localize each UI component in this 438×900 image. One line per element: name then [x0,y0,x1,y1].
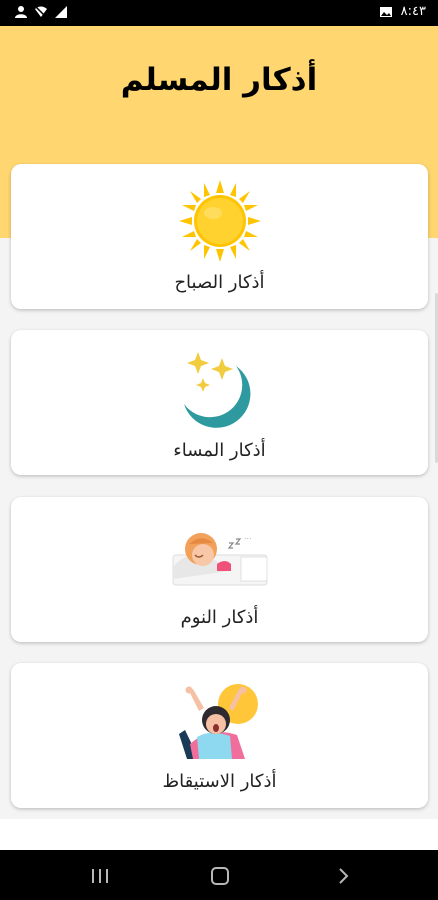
sun-icon [178,180,261,262]
home-icon[interactable] [206,864,234,888]
bottom-spacer [0,819,438,850]
back-icon[interactable] [330,864,358,888]
status-bar: ٨:٤٣ [0,0,438,26]
card-label-waking: أذكار الاستيقاظ [162,771,277,792]
status-right-group: ٨:٤٣ [379,4,426,19]
sleep-adhkar-card[interactable]: ... أذكار النوم [11,497,428,642]
recent-apps-icon[interactable] [86,864,114,888]
status-time: ٨:٤٣ [400,4,426,19]
sleeping-person-icon: ... [172,532,267,586]
svg-text:...: ... [244,532,252,541]
card-label-evening: أذكار المساء [173,440,266,461]
wifi-off-icon [34,5,48,19]
status-left-group [14,5,68,19]
image-icon [379,6,392,17]
evening-adhkar-card[interactable]: أذكار المساء [11,330,428,475]
card-label-sleep: أذكار النوم [180,607,259,628]
user-icon [15,6,27,18]
page-title: أذكار المسلم [120,62,318,98]
card-label-morning: أذكار الصباح [174,272,265,293]
navigation-bar [0,850,438,900]
signal-icon [55,6,67,18]
moon-stars-icon [183,352,250,428]
waking-person-icon [178,684,258,759]
waking-adhkar-card[interactable]: أذكار الاستيقاظ [11,663,428,808]
morning-adhkar-card[interactable]: أذكار الصباح [11,164,428,309]
